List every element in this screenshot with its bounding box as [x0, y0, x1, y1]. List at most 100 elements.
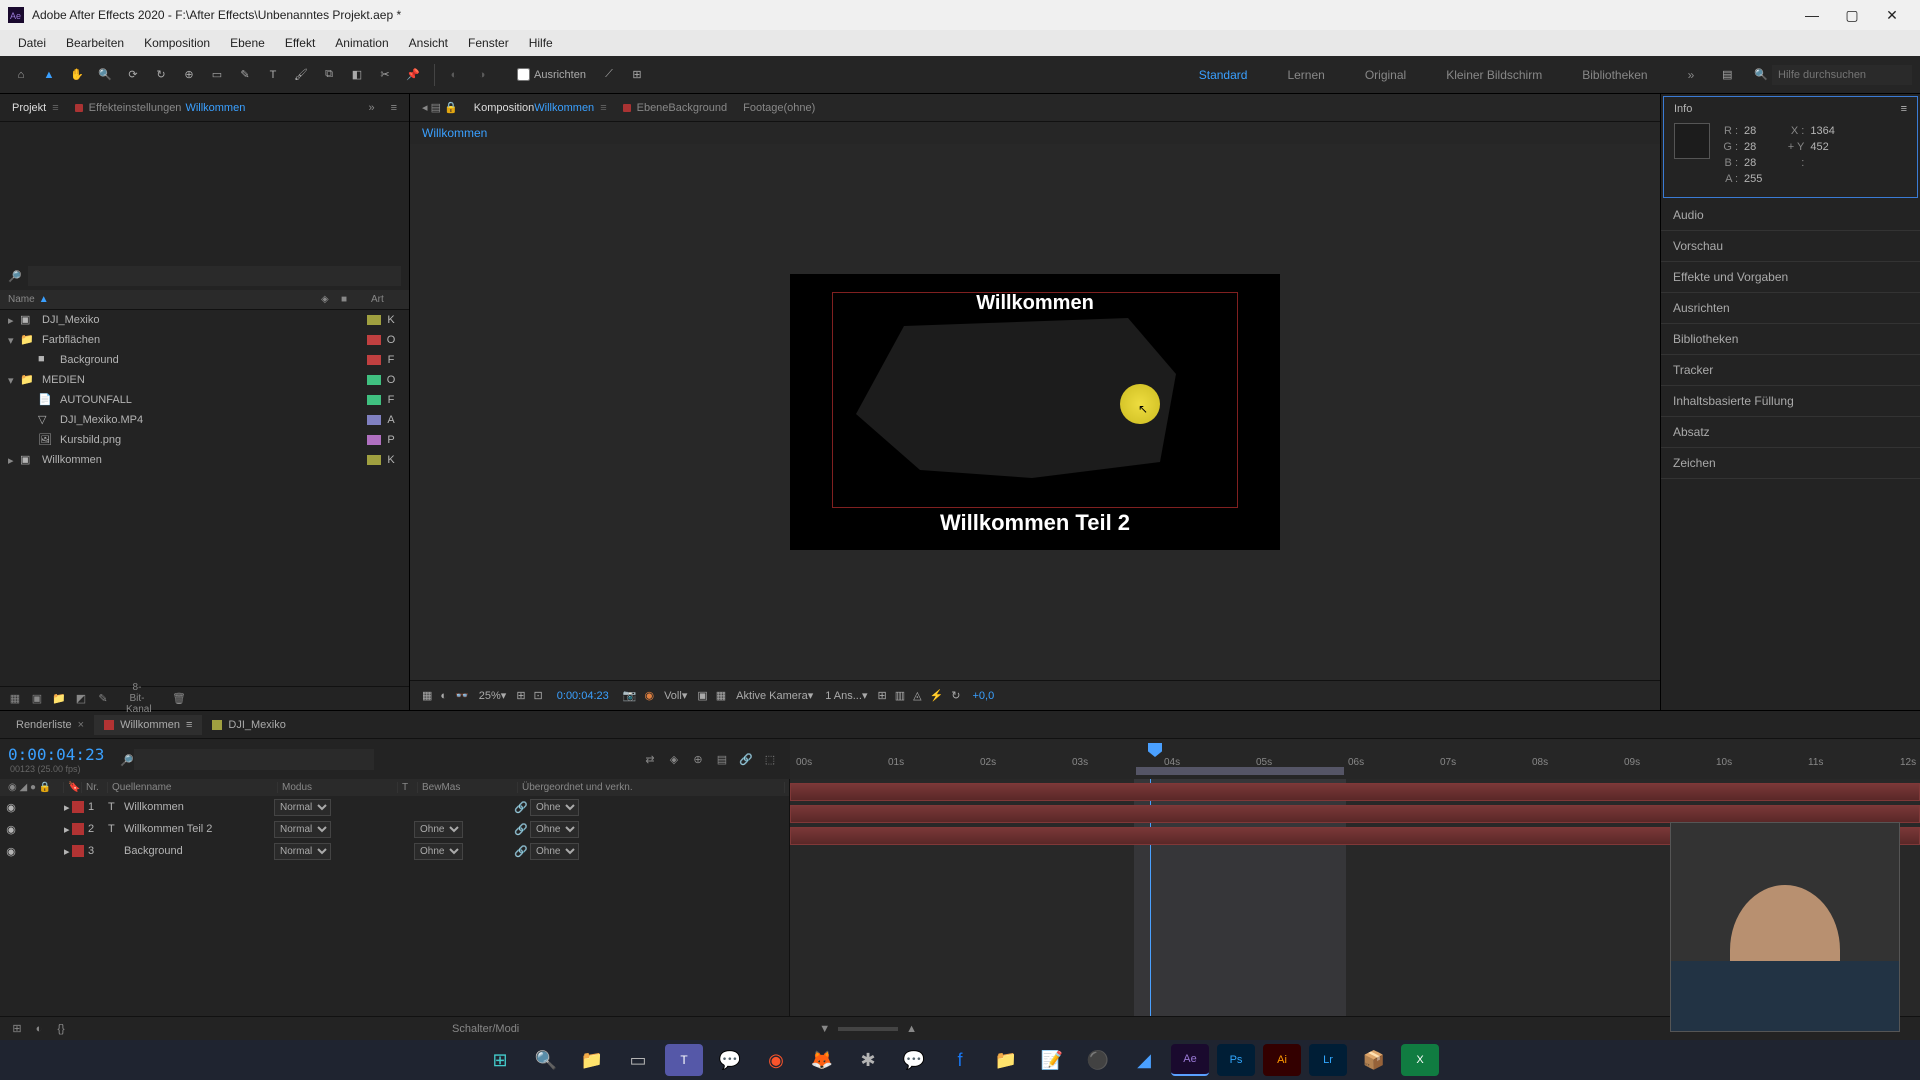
ws-reset-icon[interactable]: ▤ [1714, 62, 1740, 88]
tl-btn-3[interactable]: ⊕ [686, 753, 710, 766]
selection-tool[interactable]: ▲ [36, 62, 62, 88]
illustrator-app[interactable]: Ai [1263, 1044, 1301, 1076]
panel-inhaltsbasierte-füllung[interactable]: Inhaltsbasierte Füllung [1661, 386, 1920, 417]
roto-tool[interactable]: ✂ [372, 62, 398, 88]
res-full-icon[interactable]: ⊞ [516, 689, 525, 702]
explorer-app[interactable]: 📁 [573, 1044, 611, 1076]
ws-lernen[interactable]: Lernen [1267, 68, 1344, 82]
project-item[interactable]: ▸▣DJI_MexikoK [0, 310, 409, 330]
eraser-tool[interactable]: ◧ [344, 62, 370, 88]
excel-app[interactable]: X [1401, 1044, 1439, 1076]
comp-tab-toggle[interactable]: ◂ ▤ 🔒 [414, 97, 466, 118]
ws-original[interactable]: Original [1345, 68, 1426, 82]
zoom-out-icon[interactable]: ▼ [819, 1023, 830, 1035]
teams-app[interactable]: T [665, 1044, 703, 1076]
info-title[interactable]: Info [1674, 103, 1692, 115]
zoom-slider[interactable] [838, 1027, 898, 1031]
app-15[interactable]: ◢ [1125, 1044, 1163, 1076]
text-tool[interactable]: T [260, 62, 286, 88]
views-dropdown[interactable]: 1 Ans... ▾ [825, 689, 867, 702]
new-comp-icon[interactable]: ▣ [26, 692, 48, 705]
tl-btn-2[interactable]: ◈ [662, 753, 686, 766]
tab-overflow[interactable]: » [360, 98, 382, 118]
messenger-app[interactable]: 💬 [895, 1044, 933, 1076]
toggle-parent-icon[interactable]: {} [50, 1023, 72, 1035]
ws-kleiner[interactable]: Kleiner Bildschirm [1426, 68, 1562, 82]
channel-icon[interactable]: ◐ [440, 690, 447, 702]
tab-projekt[interactable]: Projekt≡ [4, 98, 67, 118]
snapshot-icon[interactable]: 📷 [623, 689, 637, 702]
menu-hilfe[interactable]: Hilfe [519, 36, 563, 50]
menu-animation[interactable]: Animation [325, 36, 398, 50]
whatsapp-app[interactable]: 💬 [711, 1044, 749, 1076]
grid-icon[interactable]: ⊞ [877, 689, 886, 702]
tab-timeline-willkommen[interactable]: Willkommen≡ [94, 715, 202, 735]
res-half-icon[interactable]: ⊡ [534, 689, 543, 702]
panel-effekte-und-vorgaben[interactable]: Effekte und Vorgaben [1661, 262, 1920, 293]
tab-komposition[interactable]: Komposition Willkommen≡ [466, 98, 615, 118]
tab-footage[interactable]: Footage (ohne) [735, 98, 823, 118]
photoshop-app[interactable]: Ps [1217, 1044, 1255, 1076]
panel-tracker[interactable]: Tracker [1661, 355, 1920, 386]
snap-opt-1[interactable]: ⟋ [596, 62, 622, 88]
menu-datei[interactable]: Datei [8, 36, 56, 50]
zoom-dropdown[interactable]: 25% ▾ [479, 689, 507, 702]
col-art[interactable]: Art [371, 294, 401, 305]
app-20[interactable]: 📦 [1355, 1044, 1393, 1076]
menu-effekt[interactable]: Effekt [275, 36, 325, 50]
info-menu[interactable]: ≡ [1901, 103, 1907, 115]
guides-icon[interactable]: ▥ [895, 689, 905, 702]
toggle-modes-icon[interactable]: ◐ [28, 1023, 50, 1035]
pen-tool[interactable]: ✎ [232, 62, 258, 88]
rect-tool[interactable]: ▭ [204, 62, 230, 88]
menu-bearbeiten[interactable]: Bearbeiten [56, 36, 134, 50]
viewer-timecode[interactable]: 0:00:04:23 [557, 690, 609, 702]
layer-row[interactable]: ◉▸2TWillkommen Teil 2NormalOhne🔗Ohne [0, 818, 789, 840]
project-item[interactable]: 🖼Kursbild.pngP [0, 430, 409, 450]
facebook-app[interactable]: f [941, 1044, 979, 1076]
playhead[interactable] [1148, 743, 1162, 757]
comp-breadcrumb[interactable]: Willkommen [410, 122, 1660, 144]
help-search[interactable]: 🔍 [1754, 65, 1912, 85]
minimize-button[interactable]: — [1792, 7, 1832, 23]
tab-ebene[interactable]: Ebene Background [615, 98, 736, 118]
clone-tool[interactable]: ⧉ [316, 62, 342, 88]
camera-dropdown[interactable]: Aktive Kamera ▾ [736, 689, 813, 702]
panel-audio[interactable]: Audio [1661, 200, 1920, 231]
timeline-timecode[interactable]: 0:00:04:23 [8, 745, 104, 764]
col-label[interactable]: ■ [341, 294, 371, 305]
project-item[interactable]: ▽DJI_Mexiko.MP4A [0, 410, 409, 430]
col-name[interactable]: Name▲ [8, 294, 321, 305]
project-item[interactable]: ▸▣WillkommenK [0, 450, 409, 470]
alpha-toggle-icon[interactable]: ▦ [422, 689, 432, 702]
layer-row[interactable]: ◉▸3BackgroundNormalOhne🔗Ohne [0, 840, 789, 862]
project-item[interactable]: ▾📁FarbflächenO [0, 330, 409, 350]
home-tool[interactable]: ⌂ [8, 62, 34, 88]
tl-btn-6[interactable]: ⬚ [758, 753, 782, 766]
firefox-app[interactable]: 🦊 [803, 1044, 841, 1076]
search-app[interactable]: 🔍 [527, 1044, 565, 1076]
tab-effekteinstellungen[interactable]: Effekteinstellungen Willkommen [67, 98, 254, 118]
lightroom-app[interactable]: Lr [1309, 1044, 1347, 1076]
maximize-button[interactable]: ▢ [1832, 7, 1872, 24]
tl-btn-5[interactable]: 🔗 [734, 753, 758, 766]
panel-zeichen[interactable]: Zeichen [1661, 448, 1920, 479]
notes-app[interactable]: 📝 [1033, 1044, 1071, 1076]
color-mgmt-icon[interactable]: ◉ [644, 689, 654, 702]
project-item[interactable]: 📄AUTOUNFALLF [0, 390, 409, 410]
project-item[interactable]: ■BackgroundF [0, 350, 409, 370]
composition-viewer[interactable]: Willkommen Willkommen Teil 2 ↖ [410, 144, 1660, 680]
menu-fenster[interactable]: Fenster [458, 36, 519, 50]
brush-tool[interactable]: 🖌 [288, 62, 314, 88]
roi-icon[interactable]: ▣ [697, 689, 707, 702]
new-adj-icon[interactable]: ◩ [70, 692, 92, 705]
ws-bibliotheken[interactable]: Bibliotheken [1562, 68, 1667, 82]
trash-icon[interactable]: 🗑 [168, 692, 190, 705]
work-area[interactable] [1136, 767, 1344, 775]
project-item[interactable]: ▾📁MEDIENO [0, 370, 409, 390]
resolution-dropdown[interactable]: Voll ▾ [664, 689, 687, 702]
composition-canvas[interactable]: Willkommen Willkommen Teil 2 ↖ [790, 274, 1280, 550]
project-search-input[interactable] [28, 266, 401, 286]
menu-ebene[interactable]: Ebene [220, 36, 275, 50]
obs-app[interactable]: ⚫ [1079, 1044, 1117, 1076]
